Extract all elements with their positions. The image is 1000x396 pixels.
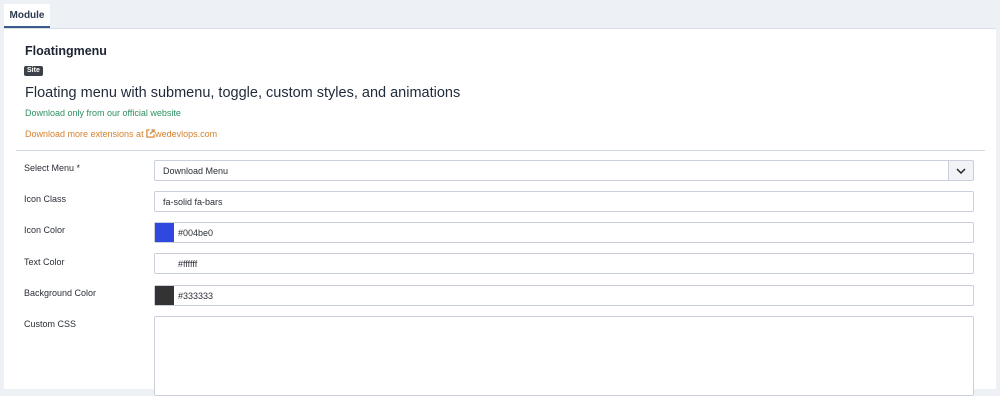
text-color-value: #ffffff	[178, 258, 198, 269]
icon-color-label: Icon Color	[24, 225, 66, 235]
tab-bar: Module	[0, 0, 1000, 29]
site-badge: Site	[24, 66, 43, 76]
more-extensions-text: Download more extensions at	[25, 129, 147, 139]
external-link-icon	[146, 129, 155, 140]
official-download-note[interactable]: Download only from our official website	[25, 108, 181, 118]
divider	[16, 150, 985, 151]
more-extensions-note: Download more extensions at wedevlops.co…	[25, 129, 217, 140]
text-color-input[interactable]: #ffffff	[154, 253, 974, 274]
icon-color-input[interactable]: #004be0	[154, 222, 974, 243]
module-panel: Floatingmenu Site Floating menu with sub…	[4, 28, 996, 396]
text-color-label: Text Color	[24, 257, 65, 267]
custom-css-textarea[interactable]	[154, 316, 974, 396]
background-color-label: Background Color	[24, 288, 97, 298]
select-menu-label: Select Menu *	[24, 163, 81, 173]
icon-color-value: #004be0	[178, 227, 214, 238]
custom-css-label: Custom CSS	[24, 319, 77, 329]
tab-module[interactable]: Module	[4, 4, 50, 28]
background-color-input[interactable]: #333333	[154, 285, 974, 306]
select-menu-value: Download Menu	[163, 165, 229, 176]
icon-class-input[interactable]: fa-solid fa-bars	[154, 191, 974, 212]
background-color-value: #333333	[178, 290, 214, 301]
module-description: Floating menu with submenu, toggle, cust…	[25, 85, 461, 101]
icon-class-label: Icon Class	[24, 194, 67, 204]
page-title: Floatingmenu	[25, 44, 107, 58]
icon-class-value: fa-solid fa-bars	[163, 196, 223, 207]
background-color-swatch[interactable]	[155, 286, 174, 305]
icon-color-swatch[interactable]	[155, 223, 174, 242]
text-color-swatch[interactable]	[155, 254, 174, 273]
chevron-down-icon[interactable]	[948, 161, 973, 180]
select-menu-dropdown[interactable]: Download Menu	[154, 160, 974, 181]
wedevlops-link[interactable]: wedevlops.com	[155, 129, 217, 139]
